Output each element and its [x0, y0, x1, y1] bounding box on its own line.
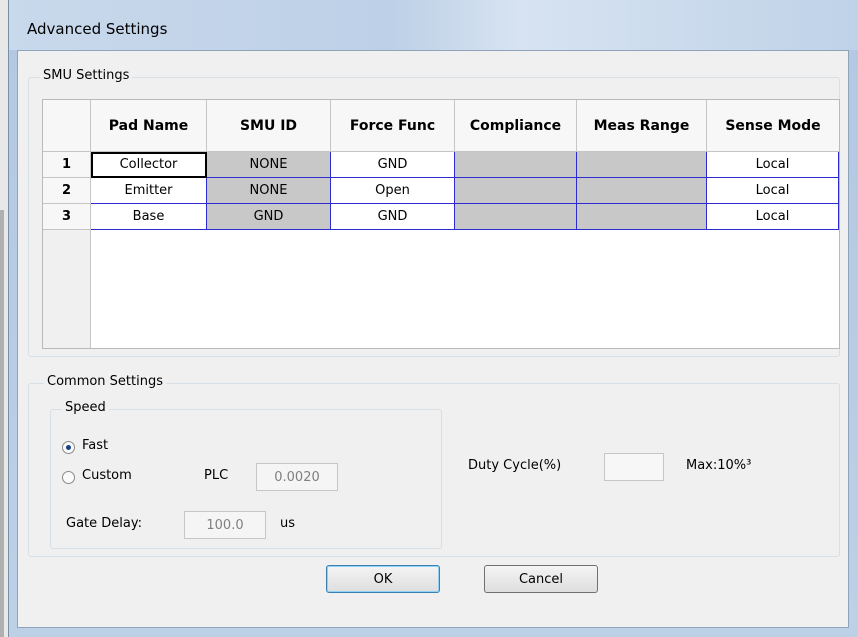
- column-header-meas-range[interactable]: Meas Range: [577, 100, 707, 152]
- column-header-compliance[interactable]: Compliance: [455, 100, 577, 152]
- title-bar[interactable]: Advanced Settings: [9, 0, 858, 50]
- cell-pad-name[interactable]: Base: [91, 204, 207, 230]
- cell-force-func[interactable]: Open: [331, 178, 455, 204]
- cell-compliance[interactable]: [455, 152, 577, 178]
- cell-sense-mode[interactable]: Local: [707, 204, 839, 230]
- smu-grid[interactable]: Pad Name SMU ID Force Func Compliance Me…: [42, 99, 840, 349]
- cell-smu-id[interactable]: NONE: [207, 152, 331, 178]
- cancel-button[interactable]: Cancel: [484, 565, 598, 593]
- plc-input[interactable]: 0.0020: [256, 463, 338, 491]
- fast-radio[interactable]: [62, 441, 75, 454]
- column-header-smu-id[interactable]: SMU ID: [207, 100, 331, 152]
- smu-settings-label: SMU Settings: [40, 68, 133, 83]
- cell-meas-range[interactable]: [577, 178, 707, 204]
- custom-label[interactable]: Custom: [82, 468, 132, 483]
- row-header-gutter: [43, 230, 91, 348]
- cell-force-func[interactable]: GND: [331, 204, 455, 230]
- gate-delay-input[interactable]: 100.0: [184, 511, 266, 539]
- gate-delay-unit: us: [280, 516, 296, 531]
- row-header-3[interactable]: 3: [43, 204, 91, 230]
- row-header-1[interactable]: 1: [43, 152, 91, 178]
- duty-cycle-input[interactable]: [604, 453, 664, 481]
- cell-pad-name[interactable]: Collector: [91, 152, 207, 178]
- cell-compliance[interactable]: [455, 204, 577, 230]
- column-header-pad-name[interactable]: Pad Name: [91, 100, 207, 152]
- cell-pad-name[interactable]: Emitter: [91, 178, 207, 204]
- max-duty-label: Max:10%³: [686, 458, 752, 473]
- dialog-client-area: SMU Settings Pad Name SMU ID Force Func …: [17, 50, 849, 628]
- cell-smu-id[interactable]: GND: [207, 204, 331, 230]
- background-edge: [0, 0, 8, 637]
- speed-label: Speed: [62, 400, 109, 415]
- cell-force-func[interactable]: GND: [331, 152, 455, 178]
- column-header-force-func[interactable]: Force Func: [331, 100, 455, 152]
- plc-label: PLC: [204, 468, 229, 483]
- cell-meas-range[interactable]: [577, 204, 707, 230]
- column-header-sense-mode[interactable]: Sense Mode: [707, 100, 839, 152]
- cell-sense-mode[interactable]: Local: [707, 152, 839, 178]
- row-header-2[interactable]: 2: [43, 178, 91, 204]
- custom-radio[interactable]: [62, 471, 75, 484]
- ok-button[interactable]: OK: [326, 565, 440, 593]
- background-bar: [0, 210, 4, 637]
- window-title: Advanced Settings: [27, 20, 168, 38]
- duty-cycle-label: Duty Cycle(%): [468, 458, 562, 473]
- dialog-window: Advanced Settings SMU Settings Pad Name …: [8, 0, 858, 637]
- fast-label[interactable]: Fast: [82, 438, 108, 453]
- grid-corner[interactable]: [43, 100, 91, 152]
- cell-compliance[interactable]: [455, 178, 577, 204]
- radio-selected-dot: [66, 445, 71, 450]
- gate-delay-label: Gate Delay:: [66, 516, 142, 531]
- cell-sense-mode[interactable]: Local: [707, 178, 839, 204]
- common-settings-label: Common Settings: [44, 374, 167, 389]
- cell-meas-range[interactable]: [577, 152, 707, 178]
- cell-smu-id[interactable]: NONE: [207, 178, 331, 204]
